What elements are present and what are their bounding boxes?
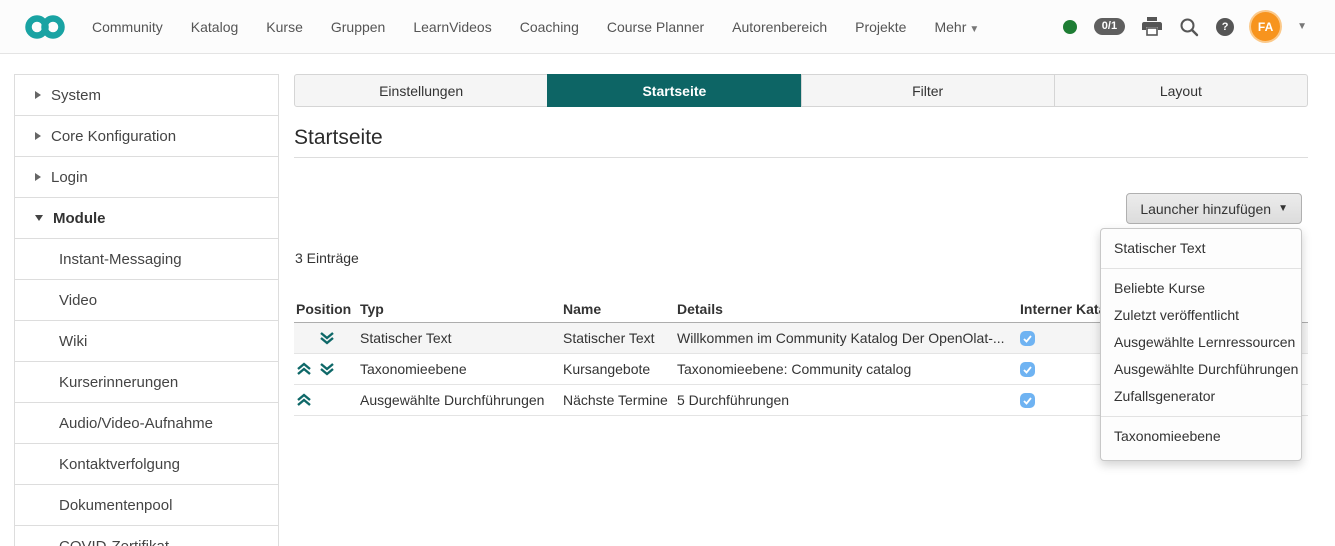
column-header-details[interactable]: Details [677, 301, 1020, 317]
chevron-down-icon: ▼ [969, 23, 980, 35]
column-header-position[interactable]: Position [294, 301, 360, 317]
sidebar-item-covid-zertifikat[interactable]: COVID-Zertifikat [15, 526, 278, 546]
column-header-name[interactable]: Name [563, 301, 677, 317]
print-icon[interactable] [1142, 17, 1163, 36]
nav-item-mehr[interactable]: Mehr ▼ [934, 19, 979, 35]
sidebar-item-label: Audio/Video-Aufnahme [59, 414, 213, 432]
sidebar-item-label: Login [51, 168, 88, 186]
sidebar-item-label: COVID-Zertifikat [59, 537, 170, 546]
sidebar-item-label: Kontaktverfolgung [59, 455, 180, 473]
menu-divider [1101, 416, 1301, 417]
sidebar-item-label: System [51, 86, 102, 104]
sidebar-item-core-konfiguration[interactable]: Core Konfiguration [15, 116, 278, 157]
sidebar-item-kontaktverfolgung[interactable]: Kontaktverfolgung [15, 444, 278, 485]
tab-startseite[interactable]: Startseite [547, 74, 802, 107]
menu-item-ausgewaehlte-lernressourcen[interactable]: Ausgewählte Lernressourcen [1101, 329, 1301, 356]
nav-item-projekte[interactable]: Projekte [855, 19, 906, 35]
tab-einstellungen[interactable]: Einstellungen [294, 74, 549, 107]
cell-details: 5 Durchführungen [677, 392, 790, 408]
menu-divider [1101, 268, 1301, 269]
menu-item-beliebte-kurse[interactable]: Beliebte Kurse [1101, 275, 1301, 302]
help-icon[interactable]: ? [1216, 17, 1235, 36]
cell-typ: Ausgewählte Durchführungen [360, 392, 545, 408]
move-up-icon[interactable] [296, 362, 313, 377]
cell-name: Kursangebote [563, 361, 651, 377]
chevron-right-icon [35, 91, 41, 99]
main-menu: Community Katalog Kurse Gruppen LearnVid… [92, 19, 979, 35]
sidebar-item-dokumentenpool[interactable]: Dokumentenpool [15, 485, 278, 526]
sidebar-item-label: Video [59, 291, 98, 309]
avatar[interactable]: FA [1251, 12, 1281, 41]
sidebar-item-audio-video-aufnahme[interactable]: Audio/Video-Aufnahme [15, 403, 278, 444]
cell-typ: Statischer Text [360, 330, 452, 346]
tab-filter[interactable]: Filter [800, 74, 1055, 107]
openolat-logo-icon[interactable] [22, 12, 68, 42]
admin-page: Community Katalog Kurse Gruppen LearnVid… [0, 0, 1335, 546]
chevron-right-icon [35, 173, 41, 181]
nav-item-course-planner[interactable]: Course Planner [607, 19, 704, 35]
column-header-typ[interactable]: Typ [360, 301, 563, 317]
sidebar-item-module[interactable]: Module [15, 198, 278, 239]
sidebar-item-video[interactable]: Video [15, 280, 278, 321]
nav-item-gruppen[interactable]: Gruppen [331, 19, 385, 35]
nav-item-learnvideos[interactable]: LearnVideos [413, 19, 491, 35]
sidebar-item-label: Instant-Messaging [59, 250, 182, 268]
chevron-down-icon [35, 215, 43, 221]
menu-item-statischer-text[interactable]: Statischer Text [1101, 235, 1301, 262]
nav-item-autorenbereich[interactable]: Autorenbereich [732, 19, 827, 35]
sidebar-item-kurserinnerungen[interactable]: Kurserinnerungen [15, 362, 278, 403]
move-up-icon[interactable] [296, 393, 313, 408]
search-icon[interactable] [1179, 17, 1199, 37]
add-launcher-label: Launcher hinzufügen [1140, 200, 1272, 217]
user-menu-chevron-down-icon[interactable]: ▼ [1297, 21, 1307, 32]
cell-details: Taxonomieebene: Community catalog [677, 361, 912, 377]
cell-details: Willkommen im Community Katalog Der Open… [677, 330, 1005, 346]
menu-item-zuletzt-veroeffentlicht[interactable]: Zuletzt veröffentlicht [1101, 302, 1301, 329]
top-navbar: Community Katalog Kurse Gruppen LearnVid… [0, 0, 1335, 54]
move-down-icon[interactable] [319, 362, 336, 377]
sidebar-item-label: Dokumentenpool [59, 496, 173, 514]
checked-icon [1020, 331, 1035, 347]
admin-sidebar: System Core Konfiguration Login Module I… [14, 74, 279, 546]
sidebar-item-label: Core Konfiguration [51, 127, 177, 145]
assessment-counter-badge[interactable]: 0/1 [1093, 18, 1126, 35]
chevron-right-icon [35, 132, 41, 140]
sidebar-item-wiki[interactable]: Wiki [15, 321, 278, 362]
sidebar-item-system[interactable]: System [15, 75, 278, 116]
title-divider [294, 157, 1308, 158]
menu-item-zufallsgenerator[interactable]: Zufallsgenerator [1101, 383, 1301, 410]
nav-item-community[interactable]: Community [92, 19, 163, 35]
cell-name: Nächste Termine [563, 392, 668, 408]
checked-icon [1020, 362, 1035, 378]
checked-icon [1020, 393, 1035, 409]
page-title: Startseite [294, 126, 383, 149]
nav-item-kurse[interactable]: Kurse [266, 19, 303, 35]
chevron-down-icon: ▼ [1278, 203, 1288, 214]
nav-item-coaching[interactable]: Coaching [520, 19, 579, 35]
settings-tabs: Einstellungen Startseite Filter Layout [294, 74, 1308, 107]
nav-item-katalog[interactable]: Katalog [191, 19, 238, 35]
sidebar-item-login[interactable]: Login [15, 157, 278, 198]
menu-item-taxonomieebene[interactable]: Taxonomieebene [1101, 423, 1301, 450]
tab-layout[interactable]: Layout [1053, 74, 1308, 107]
move-down-icon[interactable] [319, 331, 336, 346]
sidebar-item-label: Wiki [59, 332, 88, 350]
sidebar-item-instant-messaging[interactable]: Instant-Messaging [15, 239, 278, 280]
online-status-dot [1062, 19, 1077, 34]
navbar-controls: 0/1 ? FA ▼ [1062, 12, 1307, 41]
entries-count: 3 Einträge [295, 250, 359, 266]
menu-item-ausgewaehlte-durchfuehrungen[interactable]: Ausgewählte Durchführungen [1101, 356, 1301, 383]
add-launcher-button[interactable]: Launcher hinzufügen ▼ [1126, 193, 1302, 224]
sidebar-item-label: Module [53, 209, 106, 227]
cell-typ: Taxonomieebene [360, 361, 467, 377]
cell-name: Statischer Text [563, 330, 655, 346]
launcher-dropdown-menu: Statischer Text Beliebte Kurse Zuletzt v… [1100, 228, 1302, 461]
sidebar-item-label: Kurserinnerungen [59, 373, 179, 391]
